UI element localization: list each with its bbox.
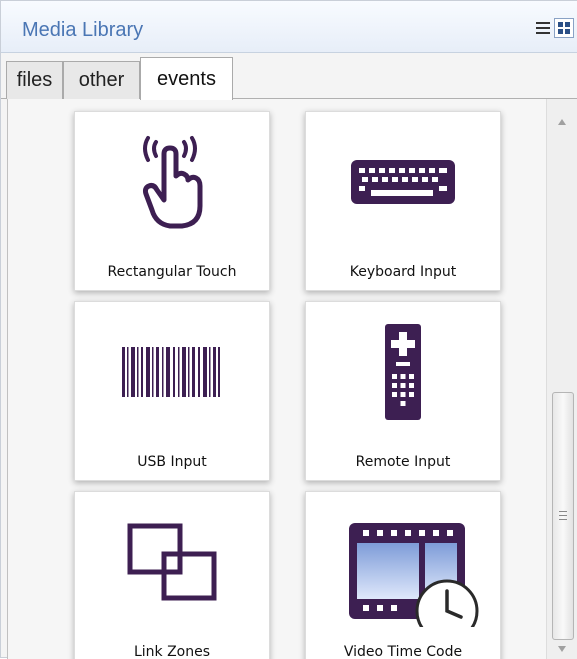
link-zones-icon [127,523,217,601]
panel-titlebar: Media Library [1,1,577,53]
events-grid: Rectangular Touch Keyboard Input USB Inp… [7,99,577,659]
grid-view-button[interactable] [554,18,574,38]
tile-label: Remote Input [355,454,451,470]
video-clock-icon [349,523,479,627]
tile-video-time-code[interactable]: Video Time Code [305,491,501,659]
library-tabs: files other events [1,53,577,100]
tile-remote-input[interactable]: Remote Input [305,301,501,481]
scroll-up-arrow-icon[interactable] [558,119,566,125]
tab-other-label: other [78,69,125,91]
media-library-panel: Media Library files other events Rectang… [0,0,577,659]
tab-files-label: files [16,69,53,91]
tile-rectangular-touch[interactable]: Rectangular Touch [74,111,270,291]
tab-other[interactable]: other [63,61,140,99]
tile-usb-input[interactable]: USB Input [74,301,270,481]
tab-files[interactable]: files [6,61,63,99]
tab-events-label: events [157,67,216,90]
grip-icon [559,511,567,521]
scroll-down-arrow-icon[interactable] [558,646,566,652]
remote-control-icon [385,324,421,420]
tile-label: Video Time Code [343,644,463,659]
list-icon [536,22,550,34]
grid-icon [558,22,570,34]
tab-events[interactable]: events [140,57,233,100]
tile-label: Keyboard Input [349,264,457,280]
vertical-scrollbar[interactable] [546,99,577,659]
tile-label: Link Zones [133,644,211,659]
tile-label: USB Input [137,454,207,470]
scrollbar-thumb[interactable] [552,392,574,640]
tile-link-zones[interactable]: Link Zones [74,491,270,659]
list-view-button[interactable] [533,18,553,38]
touch-hand-icon [142,136,203,229]
barcode-icon [122,347,220,397]
tile-keyboard-input[interactable]: Keyboard Input [305,111,501,291]
panel-title: Media Library [22,19,144,41]
tile-label: Rectangular Touch [107,264,237,280]
keyboard-icon [351,160,455,204]
